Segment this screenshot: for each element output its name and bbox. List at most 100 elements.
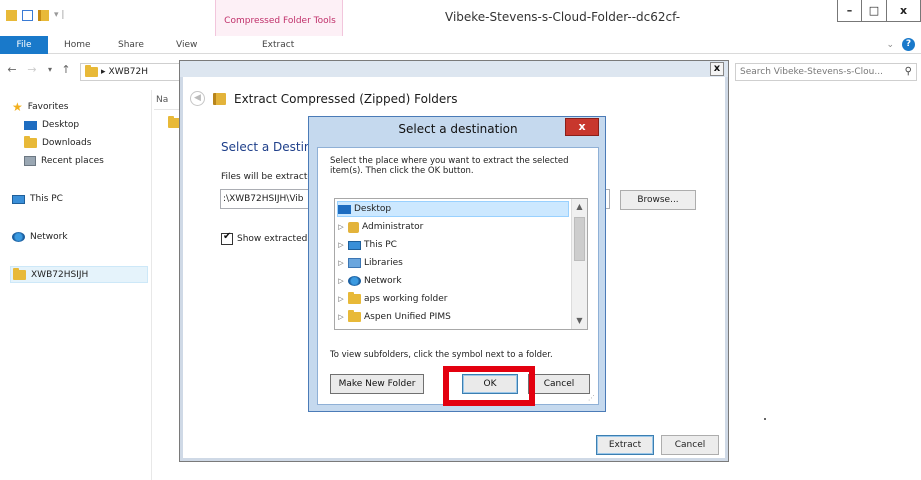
tree-item-label: aps working folder — [364, 294, 448, 304]
tab-home[interactable]: Home — [64, 36, 91, 54]
back-icon[interactable]: ← — [4, 62, 20, 78]
up-icon[interactable]: ↑ — [58, 62, 74, 78]
nav-label: Network — [30, 232, 68, 242]
wizard-heading: Select a Destin — [221, 140, 312, 154]
wizard-close-button[interactable]: x — [710, 62, 724, 76]
address-separator: ▸ — [101, 67, 106, 77]
desktop-icon — [338, 204, 351, 214]
nav-label: Favorites — [27, 102, 69, 112]
dialog-title: Select a destination — [398, 122, 518, 136]
scroll-up-icon[interactable]: ▲ — [572, 199, 587, 215]
new-folder-icon[interactable] — [38, 9, 49, 21]
recent-places-icon — [24, 156, 36, 166]
tree-item-aspen-unified-pims[interactable]: ▷ Aspen Unified PIMS — [337, 309, 451, 325]
folder-icon[interactable] — [6, 9, 17, 21]
checkbox-checked-icon[interactable] — [221, 231, 233, 245]
tree-item-administrator[interactable]: ▷ Administrator — [337, 219, 423, 235]
search-icon[interactable]: ⚲ — [905, 66, 912, 77]
tree-item-label: Libraries — [364, 258, 403, 268]
expand-icon[interactable]: ▷ — [337, 295, 345, 303]
nav-label: Recent places — [41, 156, 104, 166]
dialog-close-button[interactable]: x — [565, 118, 599, 136]
tree-item-label: Network — [364, 276, 402, 286]
desktop-icon — [24, 120, 37, 130]
maximize-button[interactable]: □ — [862, 0, 887, 22]
browse-button[interactable]: Browse... — [620, 190, 696, 210]
properties-icon[interactable] — [22, 9, 33, 21]
minimize-button[interactable]: – — [837, 0, 862, 22]
tree-item-label: This PC — [364, 240, 397, 250]
extract-button[interactable]: Extract — [596, 435, 654, 455]
contextual-tab-group: Compressed Folder Tools — [215, 0, 343, 38]
quick-access-toolbar: ▾ | — [6, 4, 64, 26]
nav-downloads[interactable]: Downloads — [24, 136, 92, 148]
recent-locations-icon[interactable]: ▾ — [42, 62, 58, 78]
nav-folder-xwb72hsijh[interactable]: XWB72HSIJH — [10, 266, 148, 283]
show-extracted-files-label: Show extracted f — [237, 234, 314, 244]
nav-favorites[interactable]: ★ Favorites — [12, 100, 69, 114]
show-extracted-files-checkbox[interactable]: Show extracted f — [221, 231, 314, 245]
scroll-down-icon[interactable]: ▼ — [572, 313, 587, 329]
address-path: XWB72H — [108, 67, 148, 77]
ribbon-right-controls: ⌄ ? — [886, 38, 915, 51]
nav-label: Downloads — [42, 138, 92, 148]
scroll-thumb[interactable] — [574, 217, 585, 261]
nav-label: XWB72HSIJH — [31, 269, 89, 280]
dialog-hint: To view subfolders, click the symbol nex… — [330, 350, 553, 360]
wizard-back-icon[interactable]: ◀ — [190, 91, 205, 106]
tab-view[interactable]: View — [176, 36, 197, 54]
expand-icon[interactable]: ▷ — [337, 277, 345, 285]
stray-dot — [764, 418, 766, 420]
tree-item-aps-working-folder[interactable]: ▷ aps working folder — [337, 291, 447, 307]
tree-item-label: Aspen Unified PIMS — [364, 312, 451, 322]
wizard-title-bar — [180, 61, 728, 77]
window-title: Vibeke-Stevens-s-Cloud-Folder--dc62cf- — [445, 10, 681, 24]
tab-file[interactable]: File — [0, 36, 48, 54]
nav-label: This PC — [30, 194, 63, 204]
navigation-pane: ★ Favorites Desktop Downloads Recent pla… — [0, 90, 152, 480]
tree-item-label: Administrator — [362, 222, 424, 232]
nav-recent-places[interactable]: Recent places — [24, 156, 104, 166]
star-icon: ★ — [12, 100, 23, 114]
network-icon — [12, 232, 25, 242]
expand-icon[interactable]: ▷ — [337, 313, 345, 321]
user-folder-icon — [348, 221, 359, 233]
dialog-description: Select the place where you want to extra… — [330, 156, 569, 176]
highlight-box — [443, 366, 535, 406]
help-icon[interactable]: ? — [902, 38, 915, 51]
tree-item-desktop[interactable]: Desktop — [337, 201, 569, 217]
tree-item-network[interactable]: ▷ Network — [337, 273, 402, 289]
folder-icon — [348, 292, 361, 304]
tree-scrollbar[interactable]: ▲ ▼ — [571, 199, 587, 329]
libraries-icon — [348, 258, 361, 268]
tree-item-this-pc[interactable]: ▷ This PC — [337, 237, 397, 253]
resize-grip-icon[interactable]: ⋰ — [588, 394, 596, 402]
files-extract-label: Files will be extracte — [221, 172, 313, 182]
tree-item-label: Desktop — [354, 204, 392, 214]
nav-network[interactable]: Network — [12, 232, 68, 242]
nav-this-pc[interactable]: This PC — [12, 194, 63, 204]
expand-icon[interactable]: ▷ — [337, 241, 345, 249]
dialog-cancel-button[interactable]: Cancel — [528, 374, 590, 394]
close-button[interactable]: x — [887, 0, 921, 22]
nav-desktop[interactable]: Desktop — [24, 120, 79, 130]
forward-icon[interactable]: → — [24, 62, 40, 78]
make-new-folder-button[interactable]: Make New Folder — [330, 374, 424, 394]
folder-tree[interactable]: Desktop ▷ Administrator ▷ This PC ▷ Libr… — [334, 198, 588, 330]
computer-icon — [348, 240, 361, 250]
expand-icon[interactable]: ▷ — [337, 223, 345, 231]
downloads-icon — [24, 136, 37, 148]
tab-extract[interactable]: Extract — [262, 36, 294, 54]
wizard-header: ◀ Extract Compressed (Zipped) Folders — [190, 91, 458, 106]
expand-icon[interactable]: ▷ — [337, 259, 345, 267]
qat-dropdown-icon[interactable]: ▾ | — [54, 10, 64, 20]
wizard-cancel-button[interactable]: Cancel — [661, 435, 719, 455]
ribbon-expand-icon[interactable]: ⌄ — [886, 40, 894, 50]
search-placeholder: Search Vibeke-Stevens-s-Clou... — [740, 67, 883, 77]
address-bar[interactable]: ▸ XWB72H — [80, 63, 180, 81]
folder-icon — [13, 267, 26, 280]
contextual-tab-title: Compressed Folder Tools — [224, 16, 336, 26]
tab-share[interactable]: Share — [118, 36, 144, 54]
tree-item-libraries[interactable]: ▷ Libraries — [337, 255, 403, 271]
search-input[interactable]: Search Vibeke-Stevens-s-Clou... ⚲ — [735, 63, 917, 81]
